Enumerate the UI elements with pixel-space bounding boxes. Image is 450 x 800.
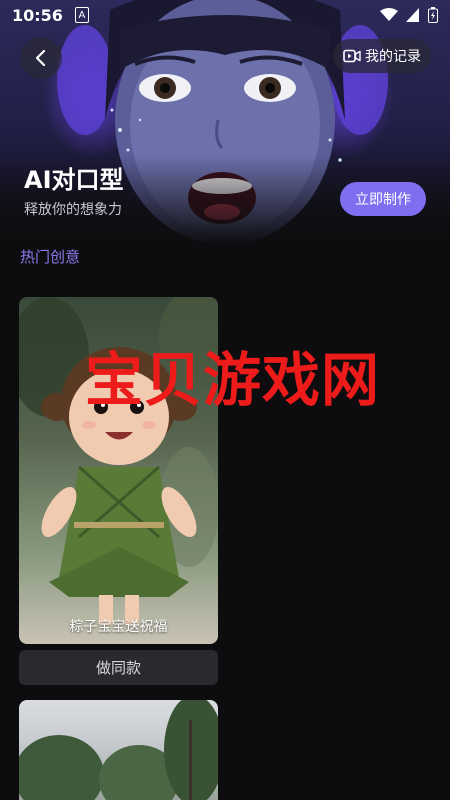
make-now-button[interactable]: 立即制作 bbox=[340, 182, 426, 216]
status-icons bbox=[380, 7, 438, 23]
page-subtitle: 释放你的想象力 bbox=[24, 202, 122, 218]
signal-icon bbox=[406, 8, 419, 22]
video-record-icon bbox=[343, 49, 361, 63]
notification-badge-icon: A bbox=[74, 7, 89, 23]
my-records-label: 我的记录 bbox=[365, 49, 421, 65]
status-bar: 10:56 A bbox=[0, 0, 450, 30]
page-title: AI对口型 bbox=[24, 166, 124, 194]
status-time: 10:56 bbox=[12, 5, 63, 25]
card-caption: 粽子宝宝送祝福 bbox=[69, 619, 168, 635]
template-card[interactable] bbox=[19, 700, 218, 800]
section-label-hot-ideas: 热门创意 bbox=[20, 248, 81, 266]
wifi-icon bbox=[380, 8, 398, 21]
watermark-text: 宝贝游戏网 bbox=[85, 346, 381, 414]
my-records-button[interactable]: 我的记录 bbox=[333, 39, 431, 73]
back-button[interactable] bbox=[20, 37, 62, 79]
card-thumbnail-image bbox=[19, 700, 218, 800]
battery-icon bbox=[428, 7, 438, 23]
make-same-button[interactable]: 做同款 bbox=[19, 650, 218, 685]
chevron-left-icon bbox=[35, 50, 46, 66]
